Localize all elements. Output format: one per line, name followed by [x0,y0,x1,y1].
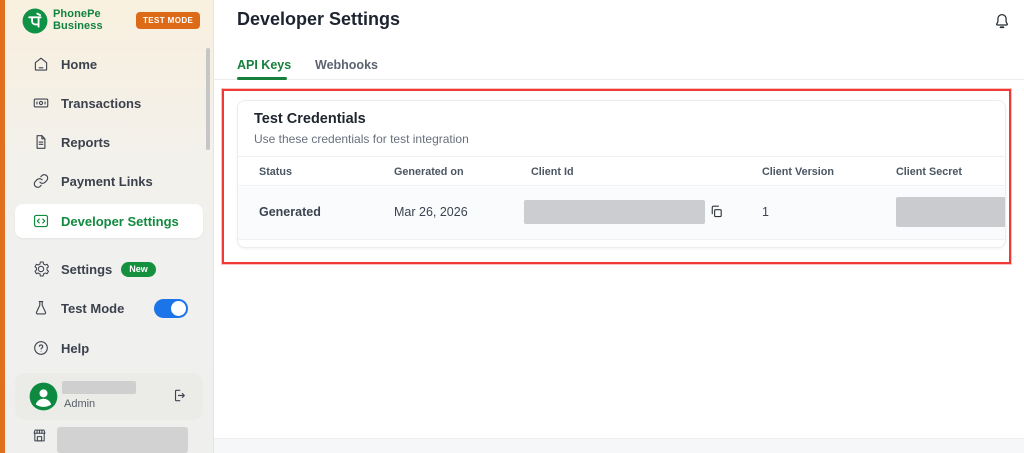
sidebar-item-settings[interactable]: Settings New [15,252,203,286]
tab-api-keys[interactable]: API Keys [237,58,291,72]
brand-name-line1: PhonePe [53,8,101,20]
test-mode-badge: TEST MODE [136,12,201,29]
report-document-icon [32,133,50,151]
sidebar-item-label: Settings [61,261,113,277]
main-content: Developer Settings API Keys Webhooks Tes… [213,0,1024,453]
sidebar-item-label: Transactions [61,95,142,111]
tabbar-divider [213,79,1024,80]
question-icon [32,339,50,357]
home-icon [32,55,50,73]
footer-strip [214,438,1024,453]
storefront-icon [31,427,48,444]
banknote-icon [32,94,50,112]
sidebar-item-home[interactable]: Home [15,47,203,81]
code-icon [32,212,50,230]
active-tab-underline [237,77,287,80]
sidebar-item-help[interactable]: Help [15,331,203,365]
avatar [29,382,58,411]
sidebar: PhonePe Business TEST MODE Home Transact… [5,0,213,453]
app-root: PhonePe Business TEST MODE Home Transact… [0,0,1024,453]
test-mode-toggle[interactable] [154,298,188,318]
gear-icon [32,260,50,278]
brand-name-line2: Business [53,20,103,32]
page-title: Developer Settings [237,9,401,29]
sidebar-item-label: Payment Links [61,173,153,189]
sidebar-item-label: Help [61,340,90,356]
sidebar-item-developer-settings[interactable]: Developer Settings [15,204,203,238]
profile-name-redacted [62,381,136,394]
sidebar-scrollbar[interactable] [206,48,210,150]
store-name-redacted [57,427,188,453]
sidebar-item-transactions[interactable]: Transactions [15,86,203,120]
profile-role: Admin [64,398,96,410]
brand-header: PhonePe Business TEST MODE [5,0,213,42]
sidebar-item-label: Test Mode [61,300,125,316]
toggle-knob [171,300,186,316]
sidebar-item-reports[interactable]: Reports [15,125,203,159]
profile-card[interactable]: Admin [15,373,203,420]
sidebar-item-label: Reports [61,134,111,150]
logout-icon[interactable] [170,387,187,404]
new-badge: New [121,261,156,277]
red-annotation-rectangle [222,89,1011,264]
sidebar-item-payment-links[interactable]: Payment Links [15,164,203,198]
sidebar-item-label: Home [61,56,98,72]
sidebar-item-label: Developer Settings [61,213,179,229]
link-icon [32,172,50,190]
phonepe-logo-icon [22,8,48,34]
notifications-bell-icon[interactable] [992,11,1012,32]
store-selector[interactable] [15,424,203,453]
sidebar-item-test-mode[interactable]: Test Mode [15,291,203,325]
sidebar-main-divider [213,0,214,453]
flask-icon [32,299,50,317]
tab-webhooks[interactable]: Webhooks [315,58,378,72]
